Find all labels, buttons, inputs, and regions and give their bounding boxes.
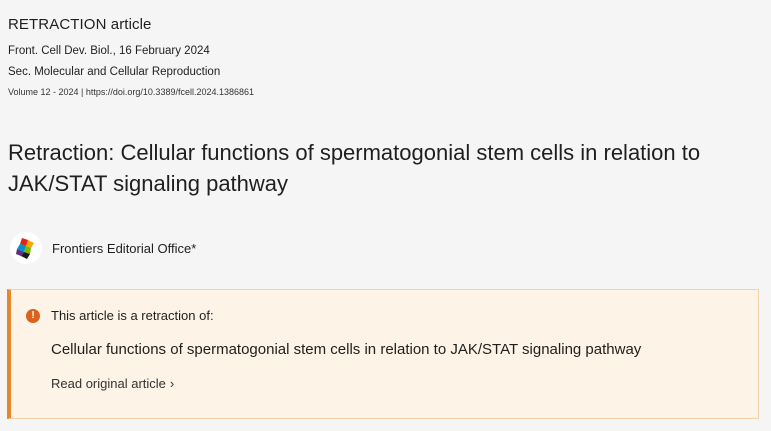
author-row[interactable]: Frontiers Editorial Office* xyxy=(10,232,196,264)
article-title: Retraction: Cellular functions of sperma… xyxy=(8,140,701,196)
notice-header: ! This article is a retraction of: xyxy=(26,308,214,323)
article-page: RETRACTION article Front. Cell Dev. Biol… xyxy=(0,0,771,431)
author-name[interactable]: Frontiers Editorial Office* xyxy=(52,241,196,256)
read-original-article-link[interactable]: Read original article › xyxy=(51,376,174,391)
read-link-label[interactable]: Read original article xyxy=(51,376,166,391)
original-article-title: Cellular functions of spermatogonial ste… xyxy=(51,341,642,358)
retraction-notice: ! This article is a retraction of: Cellu… xyxy=(7,289,759,419)
frontiers-logo-icon xyxy=(10,232,42,264)
journal-date-line: Front. Cell Dev. Biol., 16 February 2024 xyxy=(8,45,210,57)
volume-doi-line[interactable]: Volume 12 - 2024 | https://doi.org/10.33… xyxy=(8,87,254,97)
section-line: Sec. Molecular and Cellular Reproduction xyxy=(8,66,221,78)
notice-label: This article is a retraction of: xyxy=(51,308,214,323)
chevron-right-icon[interactable]: › xyxy=(170,376,174,391)
exclamation-icon: ! xyxy=(26,308,40,323)
article-type-label: RETRACTION article xyxy=(8,16,152,33)
